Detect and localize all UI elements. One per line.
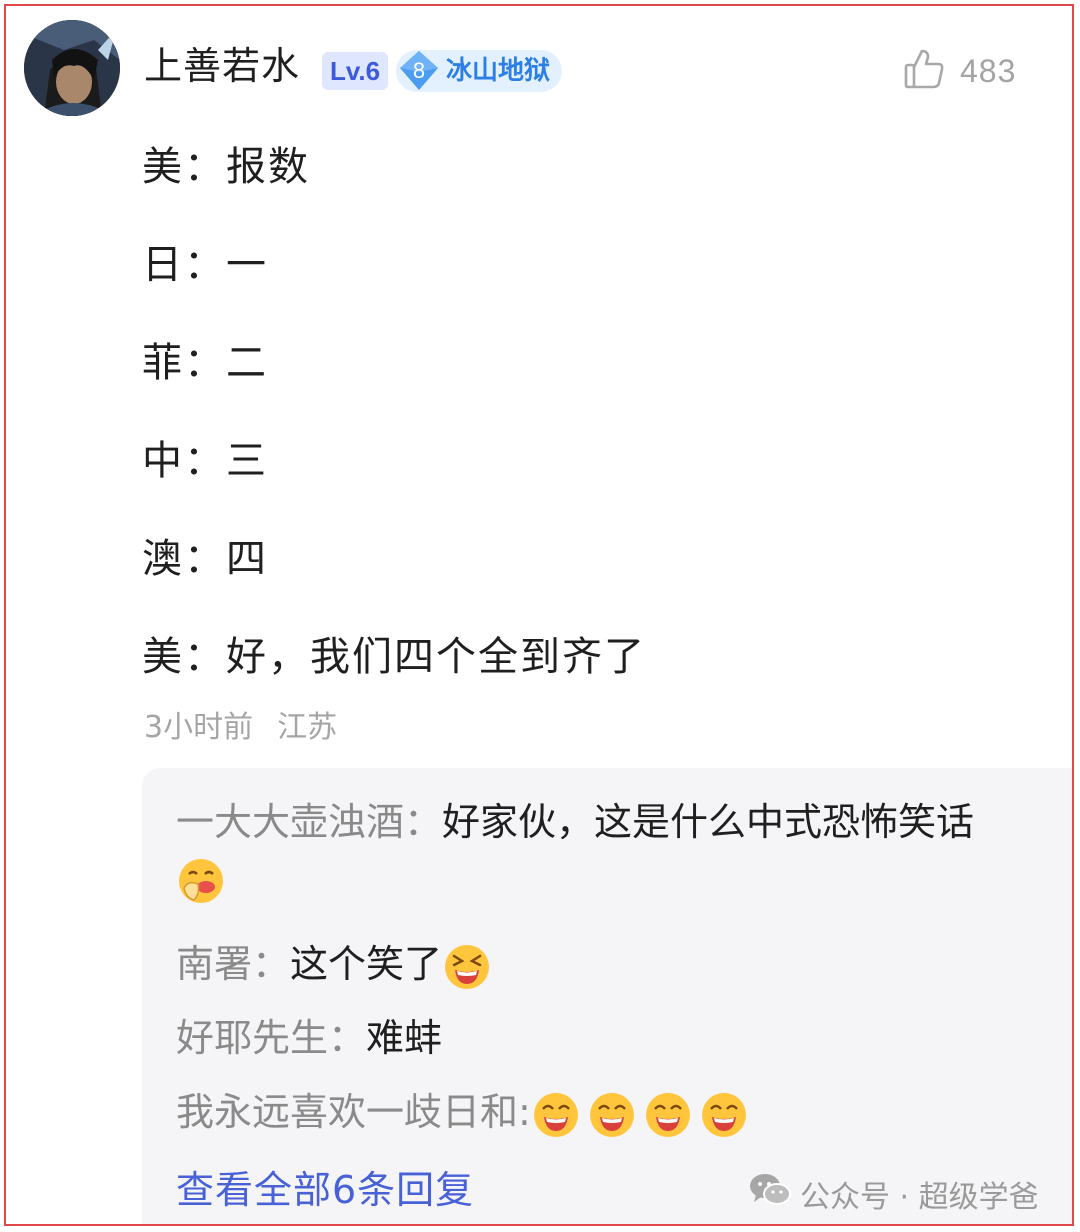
comment-body: 美：报数 日：一 菲：二 中：三 澳：四 美：好，我们四个全到齐了 — [142, 138, 646, 726]
level-badge: Lv.6 — [322, 52, 389, 90]
reply-text: 难蚌 — [366, 1016, 443, 1060]
like-count: 483 — [960, 52, 1017, 89]
comment-line: 菲：二 — [142, 340, 268, 386]
reply-author[interactable]: 好耶先生： — [176, 1016, 366, 1060]
reply-author[interactable]: 一大大壶浊酒： — [176, 800, 442, 844]
fan-badge[interactable]: 8 冰山地狱 — [396, 50, 563, 92]
cover-mouth-laugh-emoji-icon — [176, 856, 226, 906]
reply-author[interactable]: 我永远喜欢一歧日和: — [176, 1090, 531, 1134]
watermark: 公众号 · 超级学爸 — [748, 1170, 1039, 1218]
comment-location: 江苏 — [277, 710, 338, 745]
reply-item[interactable]: 南署：这个笑了 — [176, 936, 492, 992]
reply-item[interactable]: 我永远喜欢一歧日和: — [176, 1084, 749, 1140]
happy-emoji-icon — [531, 1090, 581, 1140]
comment-time: 3小时前 — [144, 710, 254, 745]
comment-meta: 3小时前 江苏 — [144, 708, 337, 748]
grinning-squint-emoji-icon — [442, 942, 492, 992]
fan-badge-name: 冰山地狱 — [446, 56, 551, 86]
reply-text: 这个笑了 — [290, 942, 443, 986]
reply-item[interactable]: 一大大壶浊酒：好家伙，这是什么中式恐怖笑话 — [176, 794, 1056, 906]
fan-badge-level: 8 — [412, 58, 426, 83]
like-button[interactable]: 483 — [902, 46, 1016, 96]
reply-panel: 一大大壶浊酒：好家伙，这是什么中式恐怖笑话 南署：这个笑了 好耶先生：难蚌 我永… — [142, 768, 1072, 1224]
comment-card: 上善若水 Lv.6 8 冰山地狱 483 美：报数 日：一 菲：二 中：三 澳：… — [4, 4, 1074, 1226]
reply-author[interactable]: 南署： — [176, 942, 290, 986]
reply-item[interactable]: 好耶先生：难蚌 — [176, 1010, 442, 1066]
comment-line: 澳：四 — [142, 536, 268, 582]
avatar[interactable] — [24, 20, 120, 116]
happy-emoji-icon — [699, 1090, 749, 1140]
comment-line: 美：报数 — [142, 144, 310, 190]
comment-line: 日：一 — [142, 242, 268, 288]
thumbs-up-icon — [902, 47, 946, 95]
wechat-icon — [748, 1171, 792, 1217]
view-all-replies-link[interactable]: 查看全部6条回复 — [176, 1162, 474, 1218]
reply-text: 好家伙，这是什么中式恐怖笑话 — [442, 800, 975, 844]
happy-emoji-icon — [643, 1090, 693, 1140]
happy-emoji-icon — [587, 1090, 637, 1140]
watermark-text: 公众号 · 超级学爸 — [800, 1180, 1039, 1215]
username[interactable]: 上善若水 — [144, 42, 300, 90]
comment-line: 中：三 — [142, 438, 268, 484]
